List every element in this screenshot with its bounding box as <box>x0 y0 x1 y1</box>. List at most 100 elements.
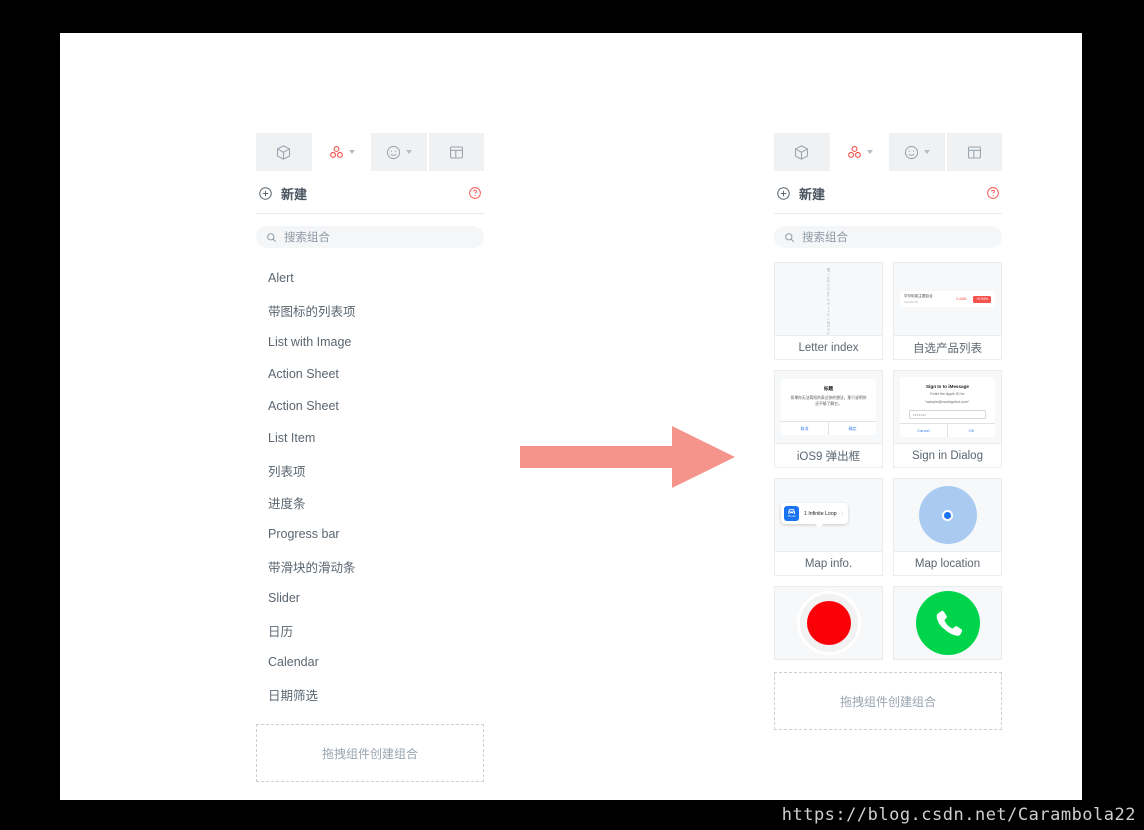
tab-cube[interactable] <box>774 133 830 171</box>
tab-layout[interactable] <box>946 133 1002 171</box>
tab-layout[interactable] <box>428 133 484 171</box>
group-card-record-button[interactable] <box>774 586 883 660</box>
group-card-map-location[interactable]: Map location <box>893 478 1002 576</box>
chevron-down-icon <box>406 150 413 154</box>
location-accuracy-circle <box>918 486 977 544</box>
card-label: Map info. <box>775 551 882 575</box>
question-circle-icon[interactable] <box>468 186 482 200</box>
list-item[interactable]: 日期筛选 <box>256 678 484 710</box>
dialog-subtitle-line2: "sample@mockignbot.com". <box>925 400 970 405</box>
alert-message: 如果你无法简短的表达你的想法，那只说明你还不够了解它。 <box>790 396 867 406</box>
card-label: Map location <box>894 551 1001 575</box>
list-item[interactable]: Action Sheet <box>256 390 484 422</box>
card-label: Letter index <box>775 335 882 359</box>
cube-icon <box>277 144 291 160</box>
chevron-down-icon <box>866 150 873 154</box>
new-group-label: 新建 <box>799 186 826 202</box>
chevron-down-icon <box>348 150 355 154</box>
card-thumbnail: 搜 ☆ A B C D E F G H I J K L M N O P <box>775 263 882 335</box>
card-thumbnail: 15 min 1 Infinite Loop › <box>775 479 882 551</box>
dialog-buttons: Cancel OK <box>900 423 995 437</box>
dialog-cancel-button: Cancel <box>917 428 930 434</box>
list-item[interactable]: List with Image <box>256 326 484 358</box>
card-label: Sign in Dialog <box>894 443 1001 467</box>
card-thumbnail: 华尔街英主题百合 SH600000 3.4565 +0.54% <box>894 263 1001 335</box>
plus-circle-icon <box>259 186 272 200</box>
alert-body: 标题 如果你无法简短的表达你的想法，那只说明你还不够了解它。 <box>781 379 876 421</box>
group-card-letter-index[interactable]: 搜 ☆ A B C D E F G H I J K L M N O P Lett… <box>774 262 883 360</box>
tab-cube[interactable] <box>256 133 312 171</box>
molecule-icon <box>847 145 861 158</box>
search-icon <box>785 232 794 242</box>
list-item[interactable]: 带图标的列表项 <box>256 294 484 326</box>
card-label: iOS9 弹出框 <box>775 443 882 467</box>
car-badge: 15 min <box>784 506 799 521</box>
list-item[interactable]: Alert <box>256 262 484 294</box>
location-dot-icon <box>942 509 953 521</box>
smiley-icon <box>387 145 401 159</box>
list-item[interactable]: 带滑块的滑动条 <box>256 550 484 582</box>
list-item[interactable]: List Item <box>256 422 484 454</box>
tab-smiley[interactable] <box>889 133 945 171</box>
new-group-row[interactable]: 新建 <box>256 175 484 211</box>
password-field: ••••••• <box>909 410 986 420</box>
call-button-circle <box>915 591 980 655</box>
alert-cancel-button: 取消 <box>800 425 809 431</box>
group-card-ios9-alert[interactable]: 标题 如果你无法简短的表达你的想法，那只说明你还不够了解它。 取消 确定 iOS… <box>774 370 883 468</box>
chevron-down-icon <box>924 150 931 154</box>
watermark: https://blog.csdn.net/Carambola22 <box>781 805 1136 825</box>
new-group-trigger[interactable]: 新建 <box>258 184 307 203</box>
car-eta-label: 15 min <box>787 514 796 518</box>
tab-molecule[interactable] <box>831 133 887 171</box>
list-item[interactable]: Slider <box>256 582 484 614</box>
tab-molecule[interactable] <box>313 133 369 171</box>
product-code: SH600000 <box>904 300 919 304</box>
group-card-grid: 搜 ☆ A B C D E F G H I J K L M N O P Lett… <box>774 262 1002 660</box>
group-card-call-button[interactable] <box>893 586 1002 660</box>
question-circle-icon[interactable] <box>986 186 1000 200</box>
card-thumbnail <box>894 479 1001 551</box>
record-circle-icon <box>796 591 861 655</box>
product-name: 华尔街英主题百合 <box>904 294 933 298</box>
panel-toolbar <box>774 133 1002 171</box>
search-placeholder: 搜索组合 <box>284 232 330 244</box>
alert-confirm-button: 确定 <box>828 422 876 435</box>
list-item[interactable]: 日历 <box>256 614 484 646</box>
list-item[interactable]: Calendar <box>256 646 484 678</box>
ios9-alert-preview: 标题 如果你无法简短的表达你的想法，那只说明你还不够了解它。 取消 确定 <box>781 379 876 435</box>
card-thumbnail <box>775 587 882 659</box>
search-input[interactable]: 搜索组合 <box>774 226 1002 248</box>
search-input[interactable]: 搜索组合 <box>256 226 484 248</box>
group-card-sign-in-dialog[interactable]: Sign In to iMessage Enter the Apple ID f… <box>893 370 1002 468</box>
group-card-product-list[interactable]: 华尔街英主题百合 SH600000 3.4565 +0.54% 自选产品列表 <box>893 262 1002 360</box>
tab-smiley[interactable] <box>371 133 427 171</box>
new-group-label: 新建 <box>281 186 308 202</box>
map-info-bubble: 15 min 1 Infinite Loop › <box>781 503 849 528</box>
list-item[interactable]: Progress bar <box>256 518 484 550</box>
smiley-icon <box>905 145 919 159</box>
search-icon <box>267 232 276 242</box>
chevron-right-icon: › <box>841 510 844 517</box>
list-item[interactable]: Action Sheet <box>256 358 484 390</box>
new-group-row[interactable]: 新建 <box>774 175 1002 211</box>
letter-index-strip: 搜 ☆ A B C D E F G H I J K L M N O P <box>826 268 831 335</box>
layout-icon <box>967 145 981 159</box>
card-thumbnail <box>894 587 1001 659</box>
new-group-trigger[interactable]: 新建 <box>776 184 825 203</box>
layout-icon <box>449 145 463 159</box>
panel-toolbar <box>256 133 484 171</box>
group-card-map-info[interactable]: 15 min 1 Infinite Loop › Map info. <box>774 478 883 576</box>
dropzone-left[interactable]: 拖拽组件创建组合 <box>256 724 484 782</box>
alert-buttons: 取消 确定 <box>781 421 876 435</box>
plus-circle-icon <box>777 186 790 200</box>
components-panel-after: 新建 搜索组合 搜 ☆ A B C D E F G H I J K L M N … <box>774 133 1002 730</box>
dropzone-right[interactable]: 拖拽组件创建组合 <box>774 672 1002 730</box>
dialog-title: Sign In to iMessage <box>926 384 969 389</box>
molecule-icon <box>329 145 343 158</box>
product-names: 华尔街英主题百合 SH600000 <box>904 294 952 304</box>
cube-icon <box>795 144 809 160</box>
list-item[interactable]: 列表项 <box>256 454 484 486</box>
list-item[interactable]: 进度条 <box>256 486 484 518</box>
product-row: 华尔街英主题百合 SH600000 3.4565 +0.54% <box>900 291 995 307</box>
product-change-badge: +0.54% <box>973 295 991 303</box>
